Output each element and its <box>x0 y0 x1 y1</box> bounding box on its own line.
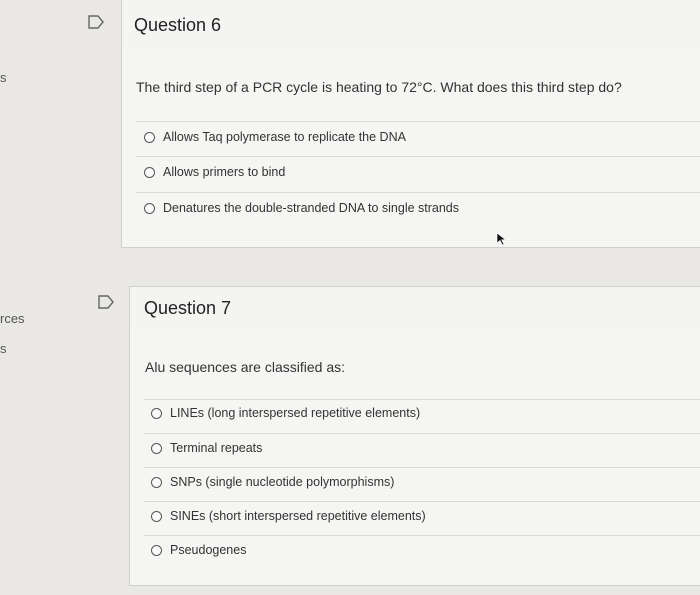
q6-option-1[interactable]: Allows Taq polymerase to replicate the D… <box>144 130 406 144</box>
radio-button[interactable] <box>151 407 162 419</box>
question-6-title: Question 6 <box>134 15 222 35</box>
q7-option-1-label: LINEs (long interspersed repetitive elem… <box>170 406 421 420</box>
radio-button[interactable] <box>151 510 162 522</box>
divider <box>144 433 700 434</box>
q7-option-4[interactable]: SINEs (short interspersed repetitive ele… <box>151 509 426 523</box>
mouse-pointer-icon <box>496 232 508 251</box>
question-7-header: Question 7 <box>130 287 700 330</box>
divider <box>144 399 700 400</box>
divider <box>144 535 700 536</box>
q6-option-1-label: Allows Taq polymerase to replicate the D… <box>163 130 406 144</box>
flag-question-6-icon[interactable] <box>87 14 105 30</box>
radio-button[interactable] <box>151 544 162 556</box>
q7-option-4-label: SINEs (short interspersed repetitive ele… <box>170 509 426 523</box>
edge-text-fragment: s <box>0 70 7 85</box>
q6-option-2-label: Allows primers to bind <box>163 165 286 179</box>
q7-option-3-label: SNPs (single nucleotide polymorphisms) <box>170 475 395 489</box>
q7-option-5[interactable]: Pseudogenes <box>151 543 246 557</box>
radio-button[interactable] <box>144 166 155 178</box>
edge-nav-fragment[interactable]: rces <box>0 311 25 326</box>
radio-button[interactable] <box>151 442 162 454</box>
question-6-header: Question 6 <box>122 0 700 50</box>
flag-question-7-icon[interactable] <box>97 294 115 310</box>
question-7-text: Alu sequences are classified as: <box>145 359 345 375</box>
q7-option-2-label: Terminal repeats <box>170 441 263 455</box>
q7-option-5-label: Pseudogenes <box>170 543 247 557</box>
divider <box>136 156 700 157</box>
q6-option-3[interactable]: Denatures the double-stranded DNA to sin… <box>144 201 459 215</box>
divider <box>136 192 700 193</box>
q7-option-1[interactable]: LINEs (long interspersed repetitive elem… <box>151 406 420 420</box>
q7-option-3[interactable]: SNPs (single nucleotide polymorphisms) <box>151 475 394 489</box>
q6-option-2[interactable]: Allows primers to bind <box>144 165 285 179</box>
q6-option-3-label: Denatures the double-stranded DNA to sin… <box>163 201 460 215</box>
divider <box>144 501 700 502</box>
edge-text-fragment: s <box>0 341 7 356</box>
radio-button[interactable] <box>144 202 155 214</box>
divider <box>144 467 700 468</box>
question-6-text: The third step of a PCR cycle is heating… <box>136 79 622 95</box>
radio-button[interactable] <box>144 131 155 143</box>
q7-option-2[interactable]: Terminal repeats <box>151 441 262 455</box>
divider <box>136 121 700 122</box>
question-7-title: Question 7 <box>144 298 232 318</box>
question-6-card: Question 6 The third step of a PCR cycle… <box>121 0 700 248</box>
question-7-card: Question 7 Alu sequences are classified … <box>129 286 700 586</box>
question-6-body: The third step of a PCR cycle is heating… <box>122 49 700 247</box>
question-7-body: Alu sequences are classified as: LINEs (… <box>130 329 700 585</box>
radio-button[interactable] <box>151 476 162 488</box>
